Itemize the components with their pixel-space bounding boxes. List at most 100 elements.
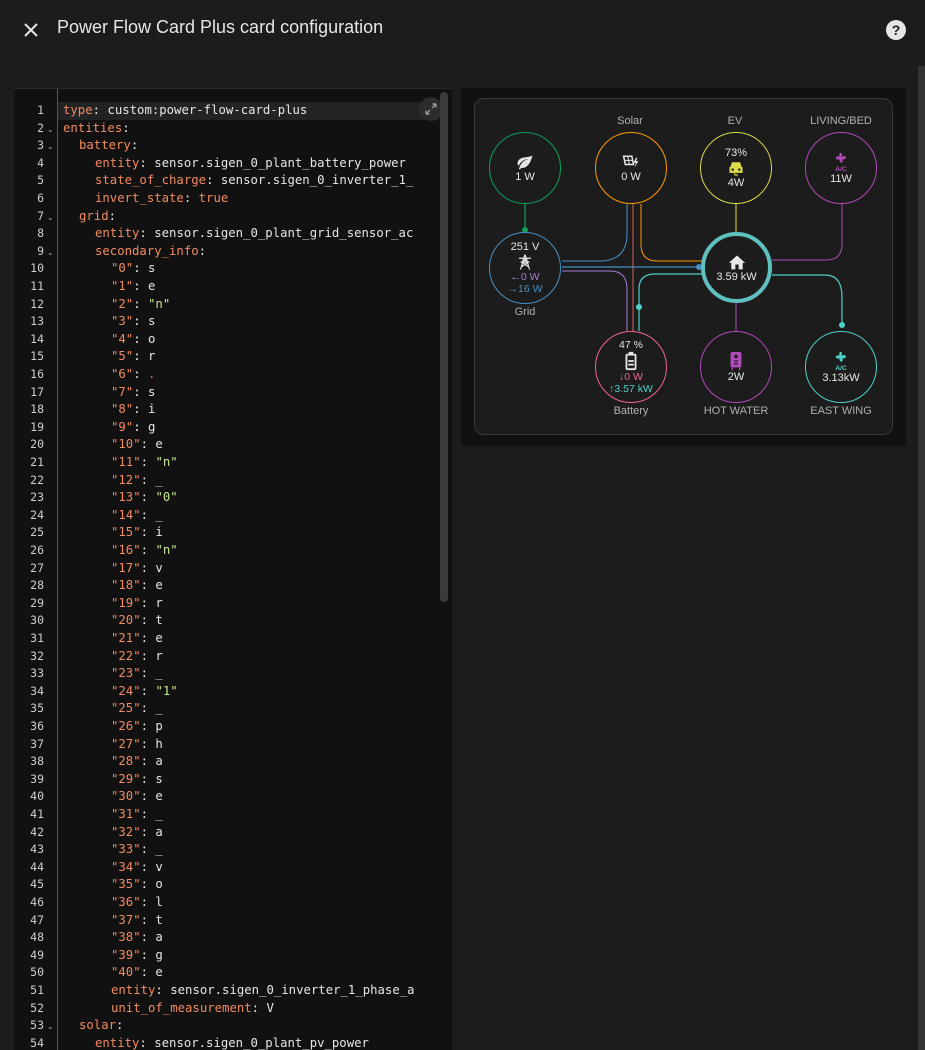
code-line[interactable]: "39": g	[58, 947, 163, 965]
code-line[interactable]: type: custom:power-flow-card-plus	[58, 102, 438, 120]
code-line[interactable]: "5": r	[58, 348, 155, 366]
code-line[interactable]: "9": g	[58, 419, 155, 437]
battery-node[interactable]: 47 % ↓0 W ↑3.57 kW	[595, 331, 667, 403]
code-line[interactable]: state_of_charge: sensor.sigen_0_inverter…	[58, 172, 413, 190]
living-node[interactable]: A/C 11W	[805, 132, 877, 204]
code-line[interactable]: "6": .	[58, 366, 155, 384]
code-line[interactable]: "25": _	[58, 700, 163, 718]
code-line[interactable]: "40": e	[58, 964, 163, 982]
fold-chevron-icon[interactable]: ⌄	[47, 137, 54, 155]
code-line[interactable]: secondary_info:	[58, 243, 206, 261]
code-line[interactable]: "14": _	[58, 507, 163, 525]
code-line[interactable]: "15": i	[58, 524, 163, 542]
code-line[interactable]: "0": s	[58, 260, 155, 278]
hot-water-value: 2W	[727, 371, 745, 383]
code-line[interactable]: "28": a	[58, 753, 163, 771]
yaml-code-editor[interactable]: 1 2 ⌄ 3 ⌄ 4 5 6 7 ⌄ 8 9 ⌄ 10 11 12 13 14 15 16 17 18 19 20 21 22 2…	[14, 88, 452, 1050]
code-token: "9"	[111, 419, 134, 434]
help-circle-icon[interactable]: ?	[885, 19, 907, 41]
transmission-tower-icon	[519, 254, 531, 270]
code-line[interactable]: invert_state: true	[58, 190, 228, 208]
close-icon[interactable]	[18, 17, 44, 43]
code-token: "39"	[111, 947, 141, 962]
line-number: 15	[30, 349, 44, 364]
code-token: : h	[140, 736, 163, 751]
code-line[interactable]: "2": "n"	[58, 296, 170, 314]
code-line[interactable]: "23": _	[58, 665, 163, 683]
code-line[interactable]: "12": _	[58, 472, 163, 490]
code-line[interactable]: "37": t	[58, 912, 163, 930]
line-number: 32	[30, 648, 44, 663]
fold-chevron-icon[interactable]: ⌄	[47, 1017, 54, 1035]
code-token: "24"	[111, 683, 141, 698]
code-line[interactable]: "36": l	[58, 894, 163, 912]
code-token: : _	[140, 807, 163, 821]
code-line[interactable]: "19": r	[58, 595, 163, 613]
code-line[interactable]: "20": t	[58, 612, 163, 630]
code-line[interactable]: "26": p	[58, 718, 163, 736]
code-line[interactable]: "3": s	[58, 313, 155, 331]
code-line[interactable]: "10": e	[58, 436, 163, 454]
code-token: .	[148, 367, 156, 381]
power-flow-card[interactable]: 1 W Solar 0 W EV 73% 4W LIVING/BED A/C 1…	[474, 98, 893, 435]
code-line[interactable]: "21": e	[58, 630, 163, 648]
code-line[interactable]: "27": h	[58, 736, 163, 754]
code-line[interactable]: entity: sensor.sigen_0_plant_pv_power	[58, 1035, 369, 1050]
code-line[interactable]: "29": s	[58, 771, 163, 789]
solar-node[interactable]: 0 W	[595, 132, 667, 204]
line-number: 11	[30, 279, 44, 293]
ev-node[interactable]: 73% 4W	[700, 132, 772, 204]
battery-out: ↑3.57 kW	[609, 383, 653, 395]
code-token: : e	[140, 578, 163, 593]
code-line[interactable]: "24": "1"	[58, 683, 178, 701]
east-wing-node[interactable]: A/C 3.13kW	[805, 331, 877, 403]
line-number: 43	[30, 842, 44, 857]
code-line[interactable]: "4": o	[58, 331, 155, 349]
code-line[interactable]: "30": e	[58, 788, 163, 806]
code-line[interactable]: entity: sensor.sigen_0_plant_grid_sensor…	[58, 225, 413, 243]
code-token: :	[108, 208, 117, 223]
code-area[interactable]: type: custom:power-flow-card-plus entitie…	[58, 89, 438, 1050]
code-line[interactable]: "11": "n"	[58, 454, 178, 472]
code-line[interactable]: entity: sensor.sigen_0_inverter_1_phase_…	[58, 982, 415, 1000]
code-token: "28"	[111, 754, 141, 769]
line-number: 35	[30, 701, 44, 716]
code-line[interactable]: "1": e	[58, 278, 155, 296]
code-line[interactable]: entity: sensor.sigen_0_plant_battery_pow…	[58, 155, 406, 173]
code-token: "36"	[111, 895, 141, 909]
code-token: : _	[140, 472, 163, 487]
code-line[interactable]: unit_of_measurement: V	[58, 1000, 274, 1018]
code-line[interactable]: "31": _	[58, 806, 163, 824]
fold-chevron-icon[interactable]: ⌄	[47, 120, 54, 138]
code-line[interactable]: solar:	[58, 1017, 123, 1035]
code-line[interactable]: "32": a	[58, 824, 163, 842]
home-node[interactable]: 3.59 kW	[701, 232, 772, 303]
code-line[interactable]: "16": "n"	[58, 542, 178, 560]
code-line[interactable]: "13": "0"	[58, 489, 178, 507]
code-line[interactable]: grid:	[58, 208, 116, 226]
code-token: entities	[63, 120, 123, 135]
code-line[interactable]: "18": e	[58, 577, 163, 595]
code-line[interactable]: battery:	[58, 137, 138, 155]
dialog-scrollbar[interactable]	[918, 66, 925, 1050]
code-line[interactable]: "38": a	[58, 929, 163, 947]
code-token: : a	[140, 824, 163, 839]
line-number: 21	[30, 455, 44, 469]
line-number: 41	[30, 807, 44, 821]
home-icon	[728, 254, 745, 269]
grid-node[interactable]: 251 V ←0 W →16 W	[489, 232, 561, 304]
code-line[interactable]: "33": _	[58, 841, 163, 859]
code-line[interactable]: "7": s	[58, 384, 155, 402]
fold-chevron-icon[interactable]: ⌄	[47, 243, 54, 261]
code-line[interactable]: "8": i	[58, 401, 155, 419]
code-line[interactable]: "34": v	[58, 859, 163, 877]
fold-chevron-icon[interactable]: ⌄	[47, 208, 54, 226]
code-token: "26"	[111, 719, 141, 733]
editor-scrollbar[interactable]	[440, 92, 448, 602]
code-line[interactable]: entities:	[58, 120, 130, 138]
hot-water-node[interactable]: 2W	[700, 331, 772, 403]
code-line[interactable]: "22": r	[58, 648, 163, 666]
code-line[interactable]: "35": o	[58, 876, 163, 894]
code-line[interactable]: "17": v	[58, 560, 163, 578]
low-carbon-node[interactable]: 1 W	[489, 132, 561, 204]
